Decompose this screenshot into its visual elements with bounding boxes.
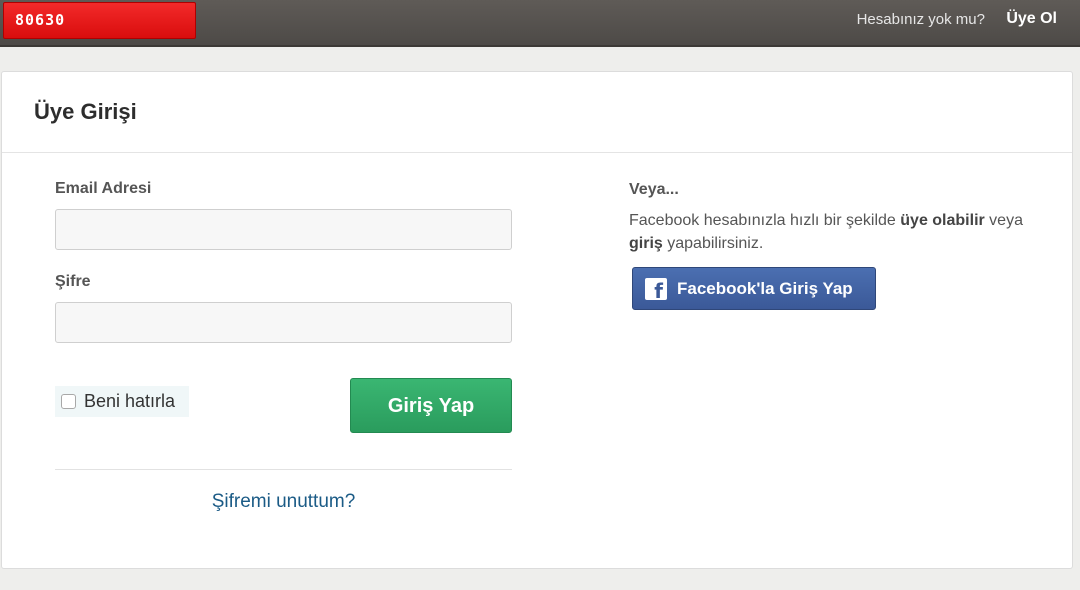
remember-me[interactable]: Beni hatırla: [55, 386, 189, 417]
card-header: [2, 72, 1072, 153]
login-card: Üye Girişi Email Adresi Şifre Beni hatır…: [1, 71, 1073, 569]
site-logo[interactable]: 80630: [3, 2, 196, 39]
desc-bold-1: üye olabilir: [900, 212, 985, 229]
desc-text-1: Facebook hesabınızla hızlı bir şekilde: [629, 212, 901, 229]
remember-checkbox[interactable]: [61, 394, 76, 409]
page-title: Üye Girişi: [34, 99, 137, 124]
facebook-login-button[interactable]: f Facebook'la Giriş Yap: [632, 267, 876, 310]
desc-text-2: veya: [984, 212, 1023, 229]
login-button[interactable]: Giriş Yap: [350, 378, 512, 433]
password-label: Şifre: [55, 273, 91, 290]
email-label: Email Adresi: [55, 180, 152, 197]
remember-label: Beni hatırla: [84, 391, 176, 411]
form-divider: [55, 469, 512, 470]
or-heading: Veya...: [629, 181, 679, 198]
no-account-question: Hesabınız yok mu?: [856, 11, 985, 28]
facebook-icon: f: [645, 277, 667, 300]
password-input[interactable]: [55, 302, 512, 343]
facebook-button-label: Facebook'la Giriş Yap: [677, 278, 853, 298]
signup-link[interactable]: Üye Ol: [1006, 10, 1057, 28]
desc-text-3: yapabilirsiniz.: [662, 235, 764, 252]
facebook-description: Facebook hesabınızla hızlı bir şekilde ü…: [629, 209, 1049, 255]
forgot-password-link[interactable]: Şifremi unuttum?: [55, 491, 512, 513]
top-bar: 80630 Hesabınız yok mu? Üye Ol: [0, 0, 1080, 47]
email-input[interactable]: [55, 209, 512, 250]
desc-bold-2: giriş: [629, 235, 663, 252]
